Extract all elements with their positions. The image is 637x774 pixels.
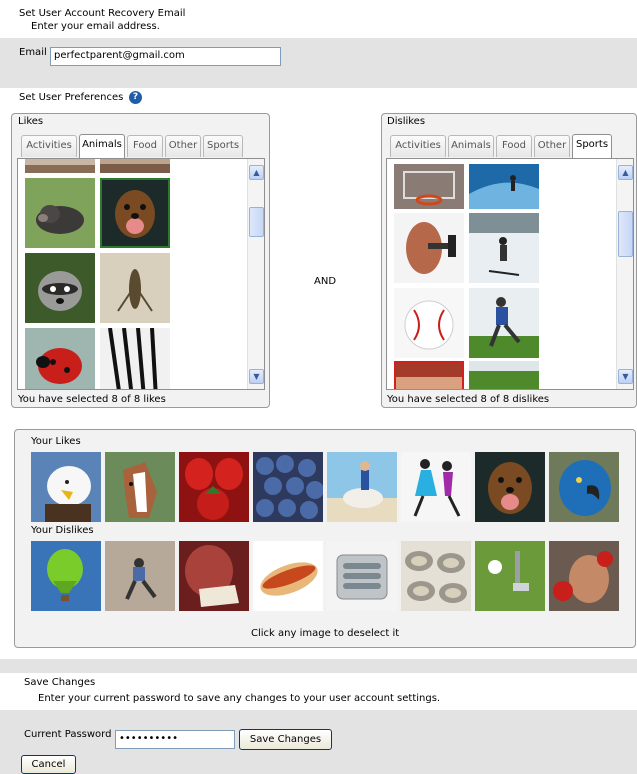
likes-tab-activities[interactable]: Activities bbox=[21, 135, 77, 157]
dislikes-legend: Dislikes bbox=[386, 116, 427, 127]
recovery-heading: Set User Account Recovery Email bbox=[19, 8, 186, 19]
likes-image-raccoon[interactable] bbox=[25, 253, 95, 323]
cancel-button[interactable]: Cancel bbox=[21, 755, 76, 774]
help-icon[interactable]: ? bbox=[129, 91, 142, 104]
dislikes-tab-other[interactable]: Other bbox=[534, 135, 570, 157]
your-dislike-hot-air-balloon[interactable] bbox=[31, 541, 101, 611]
dislikes-image-panel: ▲ ▼ bbox=[386, 158, 634, 390]
likes-image-grasshopper[interactable] bbox=[100, 253, 170, 323]
likes-image-zebra[interactable] bbox=[100, 328, 170, 389]
likes-tab-other[interactable]: Other bbox=[165, 135, 201, 157]
your-like-horse[interactable] bbox=[105, 452, 175, 522]
your-dislike-hot-dog[interactable] bbox=[253, 541, 323, 611]
save-button[interactable]: Save Changes bbox=[239, 729, 332, 750]
dislikes-scroll-thumb[interactable] bbox=[618, 211, 633, 257]
dislikes-tab-activities[interactable]: Activities bbox=[390, 135, 446, 157]
dislikes-scroll-down-icon[interactable]: ▼ bbox=[618, 369, 633, 384]
dislikes-tabbar: Activities Animals Food Other Sports bbox=[386, 134, 634, 158]
likes-status: You have selected 8 of 8 likes bbox=[18, 394, 166, 405]
and-label: AND bbox=[314, 276, 337, 287]
dislikes-image-soccer-player[interactable] bbox=[469, 288, 539, 358]
dislikes-image-surfer[interactable] bbox=[469, 164, 539, 209]
likes-image-dog[interactable] bbox=[100, 178, 170, 248]
your-dislike-oysters[interactable] bbox=[401, 541, 471, 611]
dislikes-scroll-up-icon[interactable]: ▲ bbox=[618, 165, 633, 180]
your-dislike-rock-climber[interactable] bbox=[105, 541, 175, 611]
likes-scrollbar[interactable]: ▲ ▼ bbox=[247, 159, 264, 389]
your-like-eagle[interactable] bbox=[31, 452, 101, 522]
dislikes-tab-sports[interactable]: Sports bbox=[572, 134, 612, 158]
your-like-dog[interactable] bbox=[475, 452, 545, 522]
your-dislike-reading[interactable] bbox=[179, 541, 249, 611]
deselect-hint: Click any image to deselect it bbox=[251, 628, 400, 639]
likes-image-ladybug[interactable] bbox=[25, 328, 95, 389]
password-field[interactable]: •••••••••• bbox=[115, 730, 235, 749]
likes-scroll-up-icon[interactable]: ▲ bbox=[249, 165, 264, 180]
likes-image-pig[interactable] bbox=[25, 178, 95, 248]
likes-tabbar: Activities Animals Food Other Sports bbox=[17, 134, 265, 158]
likes-scroll-down-icon[interactable]: ▼ bbox=[249, 369, 264, 384]
recovery-subheading: Enter your email address. bbox=[31, 21, 160, 32]
your-like-parrot[interactable] bbox=[549, 452, 619, 522]
dislikes-status: You have selected 8 of 8 dislikes bbox=[387, 394, 550, 405]
likes-image-panel: ▲ ▼ bbox=[17, 158, 265, 390]
dislikes-image-grass-field[interactable] bbox=[469, 361, 539, 389]
dislikes-tab-food[interactable]: Food bbox=[496, 135, 532, 157]
save-heading: Save Changes bbox=[24, 677, 96, 688]
your-like-dancers[interactable] bbox=[401, 452, 471, 522]
email-label: Email bbox=[19, 47, 47, 58]
dislikes-image-boxing[interactable] bbox=[394, 361, 464, 389]
preferences-heading: Set User Preferences bbox=[19, 92, 124, 103]
likes-scroll-thumb[interactable] bbox=[249, 207, 264, 237]
email-field[interactable]: perfectparent@gmail.com bbox=[50, 47, 281, 66]
dislikes-image-baseball[interactable] bbox=[394, 288, 464, 358]
save-top-band bbox=[0, 659, 637, 673]
likes-image-partial[interactable] bbox=[100, 159, 170, 173]
your-likes-label: Your Likes bbox=[31, 436, 81, 447]
your-dislikes-label: Your Dislikes bbox=[31, 525, 94, 536]
dislikes-scrollbar[interactable]: ▲ ▼ bbox=[616, 159, 633, 389]
likes-image-partial[interactable] bbox=[25, 159, 95, 173]
your-like-horse-rider[interactable] bbox=[327, 452, 397, 522]
your-dislike-golf[interactable] bbox=[475, 541, 545, 611]
your-like-blueberries[interactable] bbox=[253, 452, 323, 522]
save-subheading: Enter your current password to save any … bbox=[38, 693, 441, 704]
dislikes-tab-animals[interactable]: Animals bbox=[448, 135, 494, 157]
likes-tab-food[interactable]: Food bbox=[127, 135, 163, 157]
likes-tab-animals[interactable]: Animals bbox=[79, 134, 125, 158]
your-dislike-sardines[interactable] bbox=[327, 541, 397, 611]
likes-tab-sports[interactable]: Sports bbox=[203, 135, 243, 157]
password-label: Current Password bbox=[24, 729, 112, 740]
dislikes-image-dumbbell[interactable] bbox=[394, 213, 464, 283]
your-like-strawberries[interactable] bbox=[179, 452, 249, 522]
likes-legend: Likes bbox=[17, 116, 45, 127]
dislikes-image-basketball-hoop[interactable] bbox=[394, 164, 464, 209]
your-dislike-boxer[interactable] bbox=[549, 541, 619, 611]
dislikes-image-skier[interactable] bbox=[469, 213, 539, 283]
